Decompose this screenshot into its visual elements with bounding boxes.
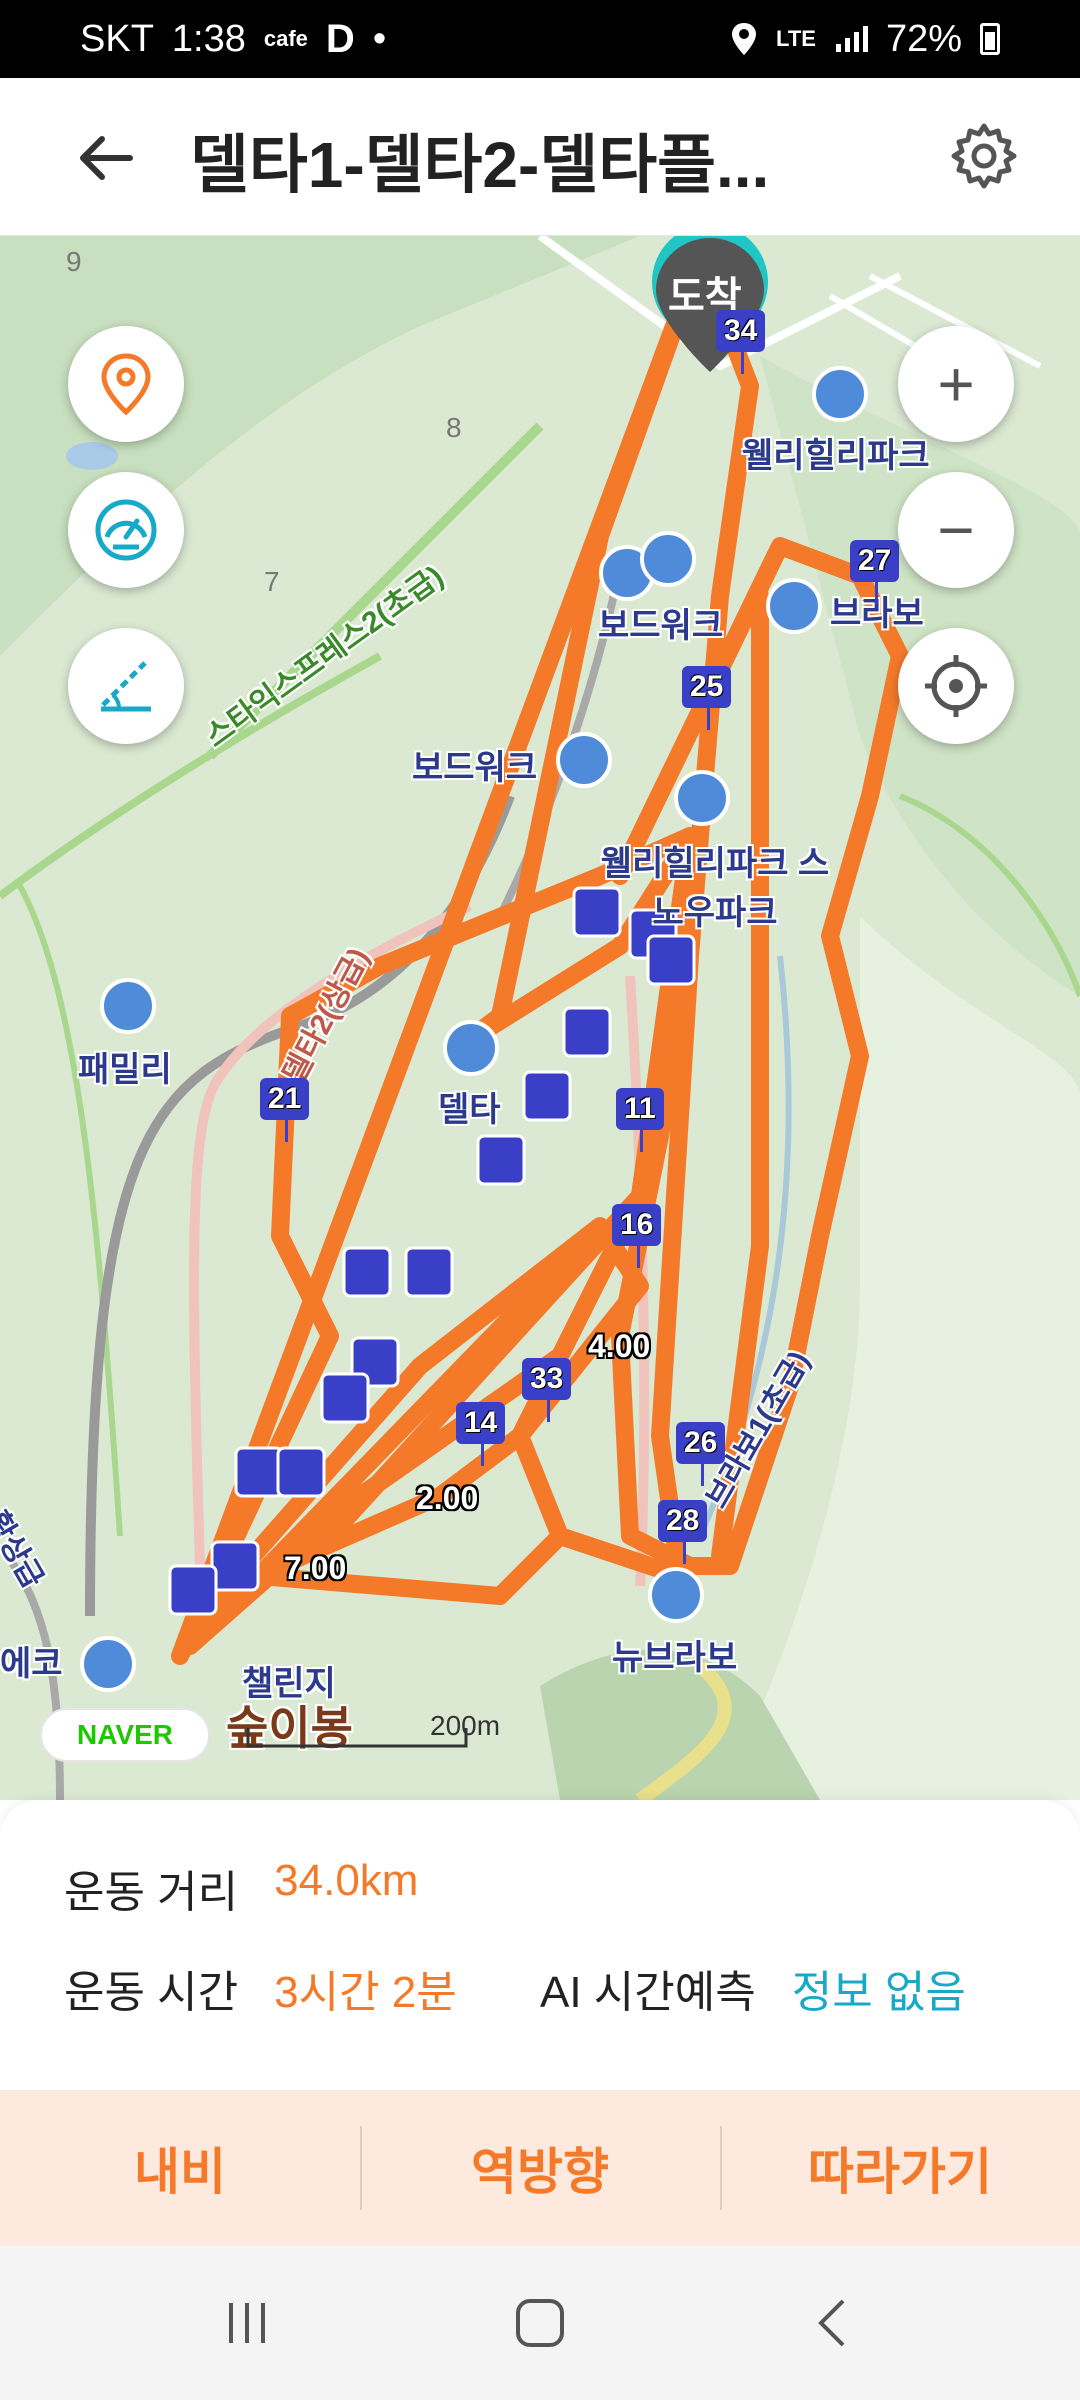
label-boardwalk: 보드워크 bbox=[412, 749, 538, 787]
system-nav-bar bbox=[0, 2246, 1080, 2400]
route-marker[interactable]: 16 bbox=[612, 1204, 662, 1268]
label-wellihilli-park: 웰리힐리파크 bbox=[742, 437, 930, 475]
map-number-9: 9 bbox=[66, 246, 82, 277]
follow-button[interactable]: 따라가기 bbox=[720, 2090, 1080, 2246]
reverse-button[interactable]: 역방향 bbox=[360, 2090, 720, 2246]
route-marker[interactable]: 25 bbox=[682, 666, 732, 730]
ai-row: AI 시간예측 정보 없음 bbox=[540, 1956, 966, 2020]
label-boardwalk-top: 보드워크 bbox=[598, 607, 724, 645]
route-marker[interactable]: 28 bbox=[658, 1500, 708, 1564]
clock: 1:38 bbox=[171, 17, 246, 60]
app-notification-icon: D bbox=[325, 16, 355, 61]
network-type: LTE bbox=[776, 26, 816, 51]
distance-label: 운동 거리 bbox=[64, 1868, 239, 1917]
label-snowpark: 웰리힐리파크 스노우파크 bbox=[600, 845, 830, 932]
route-marker[interactable]: 14 bbox=[456, 1402, 506, 1466]
distance-value: 34.0km bbox=[274, 1856, 419, 1905]
status-bar: SKT 1:38 cafe D • LTE 72% bbox=[0, 0, 1080, 78]
signal-icon bbox=[835, 26, 868, 52]
route-marker[interactable]: 33 bbox=[522, 1358, 572, 1422]
slope-icon[interactable] bbox=[68, 628, 184, 744]
distance-marker: 2.00 bbox=[416, 1480, 479, 1516]
map-number-8: 8 bbox=[446, 412, 462, 443]
route-summary: 운동 거리 34.0km 운동 시간 3시간 2분 AI 시간예측 정보 없음 bbox=[0, 1800, 1080, 2090]
speedometer-icon[interactable] bbox=[68, 472, 184, 588]
distance-marker: 4.00 bbox=[588, 1328, 651, 1364]
route-marker[interactable]: 21 bbox=[260, 1078, 310, 1142]
page-title: 델타1-델타2-델타플... bbox=[190, 129, 770, 201]
time-value: 3시간 2분 bbox=[274, 1968, 457, 2017]
route-marker[interactable]: 11 bbox=[616, 1088, 664, 1152]
location-status-icon bbox=[732, 23, 757, 55]
crosshair-icon[interactable] bbox=[898, 628, 1014, 744]
battery-percent: 72% bbox=[885, 17, 962, 60]
label-new-bravo: 뉴브라보 bbox=[612, 1639, 738, 1677]
distance-marker: 7.00 bbox=[284, 1550, 347, 1586]
gear-icon[interactable] bbox=[948, 120, 1020, 192]
scale-label: 200m bbox=[430, 1710, 501, 1741]
route-marker[interactable]: 34 bbox=[716, 310, 766, 374]
ai-value: 정보 없음 bbox=[791, 1968, 966, 2017]
label-eco: 에코 bbox=[0, 1645, 63, 1683]
nav-back-icon[interactable] bbox=[773, 2263, 893, 2383]
time-label: 운동 시간 bbox=[64, 1968, 239, 2017]
route-marker[interactable]: 26 bbox=[676, 1422, 726, 1486]
home-icon[interactable] bbox=[480, 2263, 600, 2383]
route-marker[interactable]: 27 bbox=[850, 540, 900, 604]
notification-dot: • bbox=[372, 17, 387, 60]
time-row: 운동 시간 3시간 2분 bbox=[64, 1956, 457, 2020]
zoom-in-button[interactable]: + bbox=[898, 326, 1014, 442]
action-bar: 내비 역방향 따라가기 bbox=[0, 2090, 1080, 2246]
label-family: 패밀리 bbox=[78, 1051, 172, 1089]
map-number-7: 7 bbox=[264, 566, 280, 597]
map-view[interactable]: 9 8 7 웰리힐리파크 브라보 보드워크 보드워크 웰리힐리파크 스노우파크 … bbox=[0, 236, 1080, 1800]
zoom-out-button[interactable]: − bbox=[898, 472, 1014, 588]
carrier: SKT bbox=[80, 17, 154, 60]
battery-icon bbox=[980, 23, 1000, 55]
distance-row: 운동 거리 34.0km bbox=[64, 1856, 418, 1920]
label-delta: 델타 bbox=[438, 1091, 501, 1129]
navi-button[interactable]: 내비 bbox=[0, 2090, 360, 2246]
back-arrow-icon[interactable] bbox=[70, 123, 140, 193]
location-pin-icon[interactable] bbox=[68, 326, 184, 442]
ai-label: AI 시간예측 bbox=[540, 1968, 756, 2017]
naver-logo: NAVER bbox=[40, 1708, 210, 1762]
recents-icon[interactable] bbox=[187, 2263, 307, 2383]
cafe-notification-icon: cafe bbox=[263, 26, 308, 51]
app-bar: 델타1-델타2-델타플... bbox=[0, 78, 1080, 236]
